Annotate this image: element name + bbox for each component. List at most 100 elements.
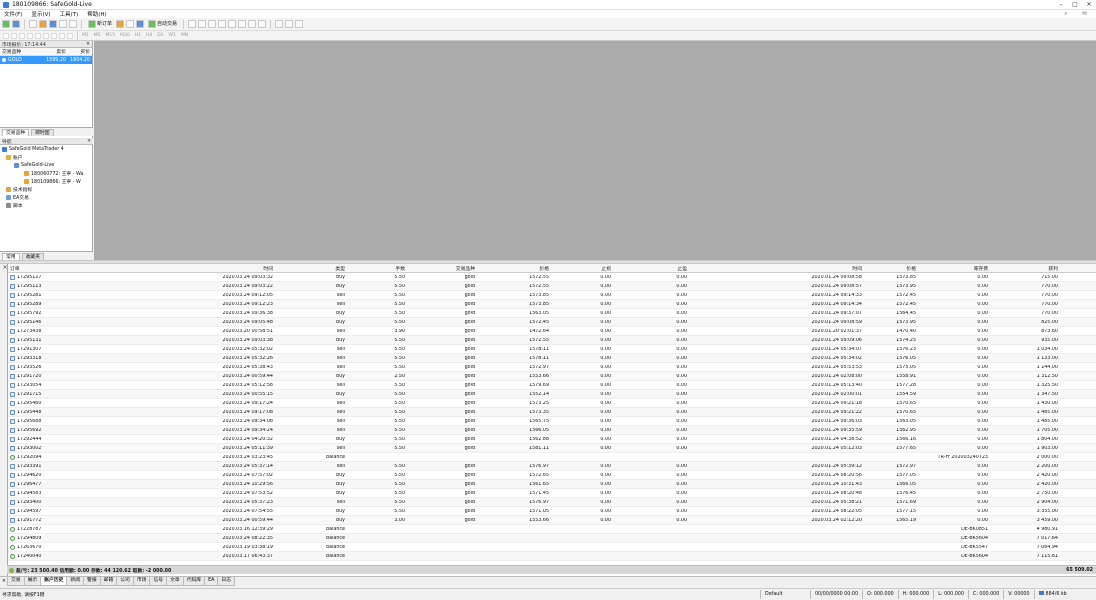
navigator-icon[interactable] bbox=[49, 20, 57, 28]
nav-item-scripts[interactable]: 脚本 bbox=[0, 201, 93, 209]
menu-view[interactable]: 显示(V) bbox=[31, 10, 50, 18]
autoscroll-icon[interactable] bbox=[248, 20, 257, 28]
menu-file[interactable]: 文件(F) bbox=[4, 10, 22, 18]
equidistant-channel-icon[interactable] bbox=[43, 32, 49, 39]
nav-item-server[interactable]: SafeGold-Live bbox=[0, 161, 93, 169]
tab-code-base[interactable]: 代码库 bbox=[182, 577, 206, 586]
table-row[interactable]: 17294597 2020.03.24 07:54:55 buy 5.50 gold 15… bbox=[8, 507, 1096, 516]
line-chart-icon[interactable] bbox=[208, 20, 217, 28]
minimize-button[interactable]: – bbox=[1054, 1, 1068, 8]
column-bid[interactable]: 卖价 bbox=[46, 48, 66, 55]
zoom-in-icon[interactable] bbox=[218, 20, 227, 28]
column-order[interactable]: 订单 bbox=[8, 265, 103, 272]
tab-market[interactable]: 市场 bbox=[132, 577, 151, 586]
new-chart-icon[interactable] bbox=[2, 20, 10, 28]
column-open-time[interactable]: 时间 bbox=[103, 265, 273, 272]
candlestick-icon[interactable] bbox=[198, 20, 207, 28]
column-open-price[interactable]: 价格 bbox=[475, 265, 549, 272]
table-row[interactable]: 17292094 2020.03.24 03:23:45 balance TR-Fr … bbox=[8, 453, 1096, 462]
signals-icon[interactable] bbox=[136, 20, 145, 28]
table-row[interactable]: 17295131 2020.03.24 09:03:38 buy 5.50 gold 15… bbox=[8, 336, 1096, 345]
close-button[interactable]: ✕ bbox=[1082, 1, 1096, 8]
timeframe-m30[interactable]: M30 bbox=[120, 33, 130, 38]
horizontal-line-icon[interactable] bbox=[27, 32, 33, 39]
table-row[interactable]: 17295792 2020.03.24 09:36:38 buy 5.50 gold 15… bbox=[8, 309, 1096, 318]
tab-exposure[interactable]: 展示 bbox=[23, 577, 42, 586]
fibonacci-icon[interactable] bbox=[51, 32, 57, 39]
close-icon[interactable]: × bbox=[86, 42, 90, 47]
table-row[interactable]: 17295113 2020.03.24 09:03:22 buy 5.50 gold 15… bbox=[8, 282, 1096, 291]
timeframe-m1[interactable]: M1 bbox=[82, 33, 89, 38]
menu-help[interactable]: 帮助(H) bbox=[87, 10, 106, 18]
tile-windows-icon[interactable] bbox=[238, 20, 247, 28]
strategy-tester-icon[interactable] bbox=[69, 20, 77, 28]
table-row[interactable]: 17294583 2020.03.24 07:53:52 buy 5.50 gold 15… bbox=[8, 489, 1096, 498]
table-row[interactable]: 17293400 2020.03.24 05:37:23 sell 5.50 gold 1… bbox=[8, 498, 1096, 507]
table-row[interactable]: 17291772 2020.03.24 00:59:44 buy 3.00 gold 15… bbox=[8, 516, 1096, 525]
crosshair-icon[interactable] bbox=[11, 32, 17, 39]
table-row[interactable]: 17295281 2020.03.24 09:12:05 sell 5.50 gold 1… bbox=[8, 291, 1096, 300]
nav-item-account-1[interactable]: 180060772: 王寧 - Wa bbox=[0, 169, 93, 177]
terminal-icon[interactable] bbox=[59, 20, 67, 28]
table-row[interactable]: 17295688 2020.03.24 09:34:08 sell 5.50 gold 1… bbox=[8, 417, 1096, 426]
tab-journal[interactable]: 日志 bbox=[217, 577, 236, 586]
column-symbol[interactable]: 交易品种 bbox=[0, 48, 46, 55]
tab-account-history[interactable]: 账户历史 bbox=[40, 577, 68, 586]
timeframe-h4[interactable]: H4 bbox=[146, 33, 152, 38]
tab-experts[interactable]: EA bbox=[204, 577, 219, 586]
tab-signals[interactable]: 信号 bbox=[149, 577, 168, 586]
table-row[interactable]: 17295289 2020.03.24 09:12:23 sell 5.50 gold 1… bbox=[8, 300, 1096, 309]
table-row[interactable]: 17293318 2020.03.24 05:32:26 sell 5.50 gold 1… bbox=[8, 354, 1096, 363]
templates-icon[interactable] bbox=[295, 20, 304, 28]
timeframe-d1[interactable]: D1 bbox=[157, 33, 163, 38]
vertical-line-icon[interactable] bbox=[19, 32, 25, 39]
column-symbol[interactable]: 交易品种 bbox=[405, 265, 475, 272]
nav-item-accounts[interactable]: 账户 bbox=[0, 153, 93, 161]
tab-company[interactable]: 公司 bbox=[116, 577, 134, 586]
new-order-button[interactable]: 新订单 bbox=[86, 20, 114, 28]
indicators-icon[interactable] bbox=[275, 20, 284, 28]
tab-mailbox[interactable]: 邮箱 bbox=[99, 577, 118, 586]
data-window-icon[interactable] bbox=[39, 20, 47, 28]
table-row[interactable]: 17291307 2020.03.24 05:32:02 sell 5.50 gold 1… bbox=[8, 345, 1096, 354]
table-row[interactable]: 17292444 2020.03.24 04:20:32 buy 5.50 gold 15… bbox=[8, 435, 1096, 444]
nav-item-experts[interactable]: EA交易 bbox=[0, 193, 93, 201]
table-row[interactable]: 17228787 2020.03.16 12:39:29 balance DE-BK0… bbox=[8, 525, 1096, 534]
trendline-icon[interactable] bbox=[35, 32, 41, 39]
chart-workspace[interactable] bbox=[94, 41, 1096, 260]
table-row[interactable]: 17295146 2020.03.24 09:05:48 buy 5.50 gold 15… bbox=[8, 318, 1096, 327]
table-row[interactable]: 17295692 2020.03.24 09:34:24 sell 5.50 gold 1… bbox=[8, 426, 1096, 435]
table-row[interactable]: 17293002 2020.03.24 05:11:39 sell 5.50 gold 1… bbox=[8, 444, 1096, 453]
close-icon[interactable]: × bbox=[87, 139, 91, 144]
nav-item-indicators[interactable]: 技术指标 bbox=[0, 185, 93, 193]
chat-icon[interactable]: ✉ bbox=[1082, 11, 1087, 18]
cursor-icon[interactable] bbox=[3, 32, 9, 39]
profiles-icon[interactable] bbox=[12, 20, 20, 28]
table-row[interactable]: 17296477 2020.03.24 10:29:56 buy 5.50 gold 15… bbox=[8, 480, 1096, 489]
column-type[interactable]: 类型 bbox=[273, 265, 345, 272]
tab-common[interactable]: 常用 bbox=[2, 253, 20, 260]
table-row[interactable]: 17293391 2020.03.24 05:37:14 sell 5.50 gold 1… bbox=[8, 462, 1096, 471]
column-profit[interactable]: 获利 bbox=[988, 265, 1061, 272]
timeframe-mn[interactable]: MN bbox=[181, 33, 188, 38]
table-row[interactable]: 17295127 2020.03.24 09:03:32 buy 5.50 gold 15… bbox=[8, 273, 1096, 282]
arrows-icon[interactable] bbox=[67, 32, 73, 39]
maximize-button[interactable]: □ bbox=[1068, 1, 1082, 8]
auto-trading-button[interactable]: 自动交易 bbox=[146, 20, 179, 28]
search-icon[interactable]: ⌕ bbox=[1064, 11, 1067, 18]
table-row[interactable]: 17295460 2020.03.24 09:17:24 sell 5.50 gold 1… bbox=[8, 399, 1096, 408]
vps-icon[interactable] bbox=[126, 20, 135, 28]
nav-item-account-2[interactable]: 180109866: 王寧 - W bbox=[0, 177, 93, 185]
market-watch-icon[interactable] bbox=[29, 20, 37, 28]
column-close-time[interactable]: 时间 bbox=[687, 265, 862, 272]
table-row[interactable]: 17293526 2020.03.24 05:38:43 sell 5.50 gold 1… bbox=[8, 363, 1096, 372]
chart-shift-icon[interactable] bbox=[258, 20, 267, 28]
market-watch-row[interactable]: GOLD 1599.20 1604.20 bbox=[0, 56, 92, 64]
periods-icon[interactable] bbox=[285, 20, 294, 28]
table-row[interactable]: 17273438 2020.03.20 00:58:51 sell 3.90 gold 1… bbox=[8, 327, 1096, 336]
tab-tick-chart[interactable]: 即时图 bbox=[31, 129, 54, 136]
table-row[interactable]: 17294809 2020.03.24 08:22:35 balance DE-BK5… bbox=[8, 534, 1096, 543]
bar-chart-icon[interactable] bbox=[188, 20, 197, 28]
table-row[interactable]: 17295448 2020.03.24 09:17:08 sell 5.50 gold 1… bbox=[8, 408, 1096, 417]
nav-item-app[interactable]: SafeGold MetaTrader 4 bbox=[0, 145, 93, 153]
